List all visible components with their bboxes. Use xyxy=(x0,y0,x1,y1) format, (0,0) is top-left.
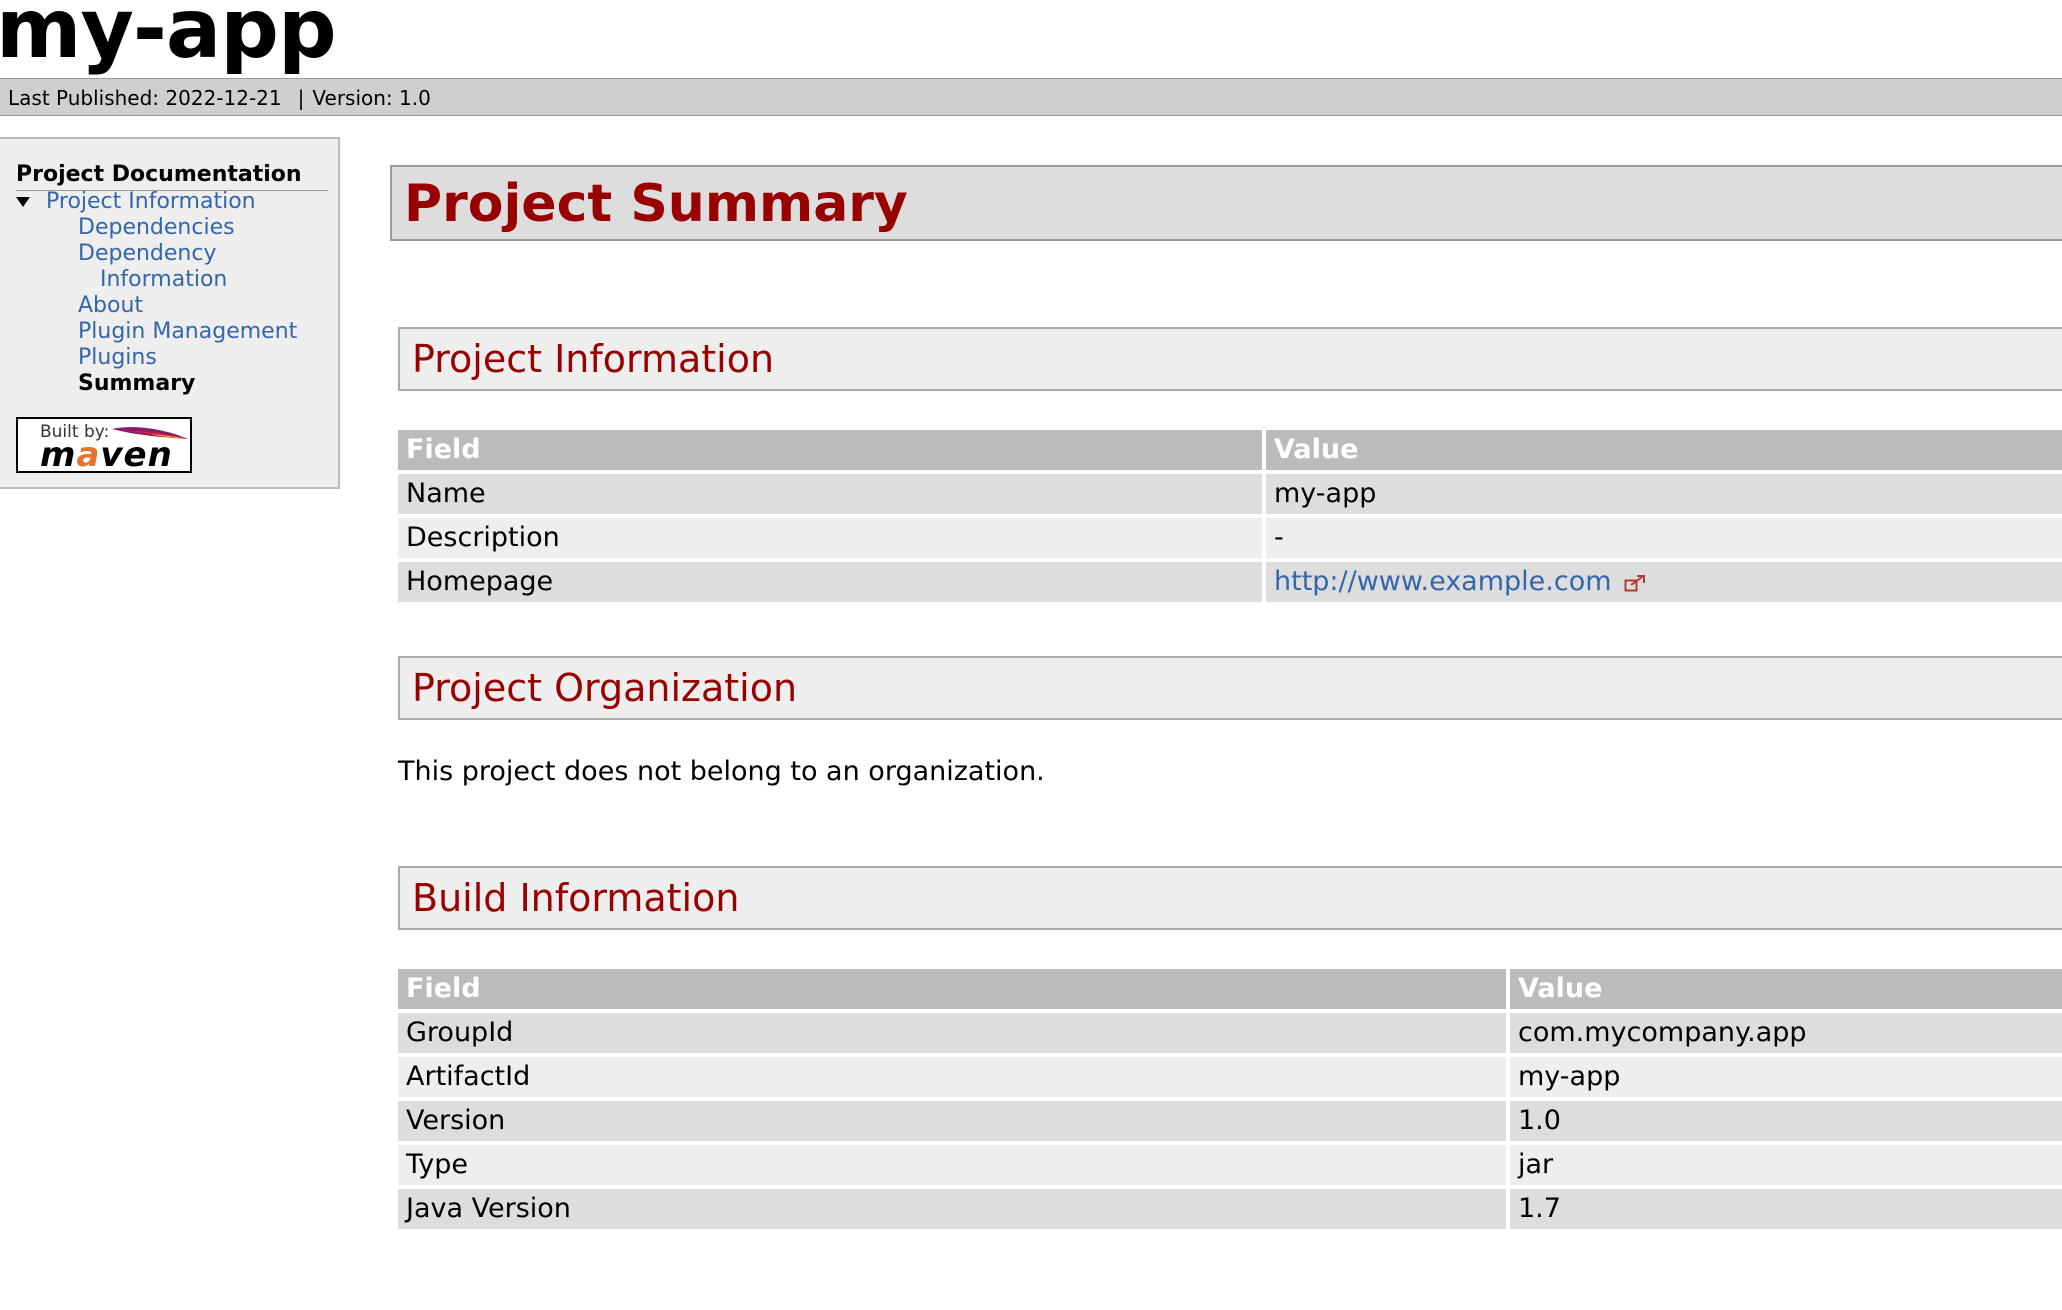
page-title-box: Project Summary xyxy=(390,165,2062,241)
build-information-table: Field Value GroupId com.mycompany.app Ar… xyxy=(398,969,2062,1233)
sidebar: Project Documentation Project Informatio… xyxy=(0,137,340,489)
sidebar-item-project-information[interactable]: Project Information xyxy=(46,189,256,215)
project-information-table: Field Value Name my-app Description - Ho… xyxy=(398,430,2062,606)
build-information-section-header: Build Information xyxy=(398,866,2062,930)
build-information-heading: Build Information xyxy=(412,876,740,920)
table-row: Version 1.0 xyxy=(398,1101,2062,1145)
project-information-section-header: Project Information xyxy=(398,327,2062,391)
sidebar-item-dependency-information-cont[interactable]: Information xyxy=(100,267,227,293)
field-cell: Homepage xyxy=(398,562,1266,606)
maven-wordmark: maven xyxy=(40,435,173,475)
column-header-field: Field xyxy=(398,430,1266,474)
value-cell: 1.7 xyxy=(1510,1189,2062,1233)
sidebar-item-summary: Summary xyxy=(78,371,196,396)
project-information-heading: Project Information xyxy=(412,337,775,381)
field-cell: GroupId xyxy=(398,1013,1510,1057)
sidebar-item-dependency-information[interactable]: Dependency xyxy=(78,241,216,267)
value-cell: 1.0 xyxy=(1510,1101,2062,1145)
table-row: ArtifactId my-app xyxy=(398,1057,2062,1101)
breadcrumb: Last Published: 2022-12-21 | Version: 1.0 xyxy=(0,78,2062,116)
field-cell: Name xyxy=(398,474,1266,518)
value-cell: http://www.example.com xyxy=(1266,562,2062,606)
field-cell: Java Version xyxy=(398,1189,1510,1233)
external-link-icon[interactable] xyxy=(1624,574,1646,592)
project-organization-heading: Project Organization xyxy=(412,666,798,710)
table-row: Type jar xyxy=(398,1145,2062,1189)
expanded-triangle-icon[interactable] xyxy=(16,197,30,207)
banner: my-app xyxy=(0,0,2062,78)
last-published: Last Published: 2022-12-21 xyxy=(8,86,282,110)
field-cell: Type xyxy=(398,1145,1510,1189)
site-title: my-app xyxy=(0,0,337,77)
sidebar-item-plugins[interactable]: Plugins xyxy=(78,345,157,371)
homepage-link[interactable]: http://www.example.com xyxy=(1274,566,1612,597)
page-title: Project Summary xyxy=(404,174,908,234)
sidebar-item-plugin-management[interactable]: Plugin Management xyxy=(78,319,297,345)
sidebar-item-dependencies[interactable]: Dependencies xyxy=(78,215,235,241)
built-by-maven-logo[interactable]: Built by: maven xyxy=(16,417,192,475)
value-cell: - xyxy=(1266,518,2062,562)
breadcrumb-separator: | xyxy=(297,86,305,110)
table-row: GroupId com.mycompany.app xyxy=(398,1013,2062,1057)
field-cell: ArtifactId xyxy=(398,1057,1510,1101)
table-row: Name my-app xyxy=(398,474,2062,518)
field-cell: Description xyxy=(398,518,1266,562)
organization-text: This project does not belong to an organ… xyxy=(398,756,1045,787)
project-organization-section-header: Project Organization xyxy=(398,656,2062,720)
value-cell: my-app xyxy=(1266,474,2062,518)
column-header-field: Field xyxy=(398,969,1510,1013)
column-header-value: Value xyxy=(1510,969,2062,1013)
field-cell: Version xyxy=(398,1101,1510,1145)
table-row: Description - xyxy=(398,518,2062,562)
value-cell: com.mycompany.app xyxy=(1510,1013,2062,1057)
table-row: Homepage http://www.example.com xyxy=(398,562,2062,606)
table-row: Java Version 1.7 xyxy=(398,1189,2062,1233)
value-cell: jar xyxy=(1510,1145,2062,1189)
sidebar-item-about[interactable]: About xyxy=(78,293,143,319)
version-label: Version: 1.0 xyxy=(312,86,431,110)
value-cell: my-app xyxy=(1510,1057,2062,1101)
sidebar-heading: Project Documentation xyxy=(16,161,328,191)
column-header-value: Value xyxy=(1266,430,2062,474)
